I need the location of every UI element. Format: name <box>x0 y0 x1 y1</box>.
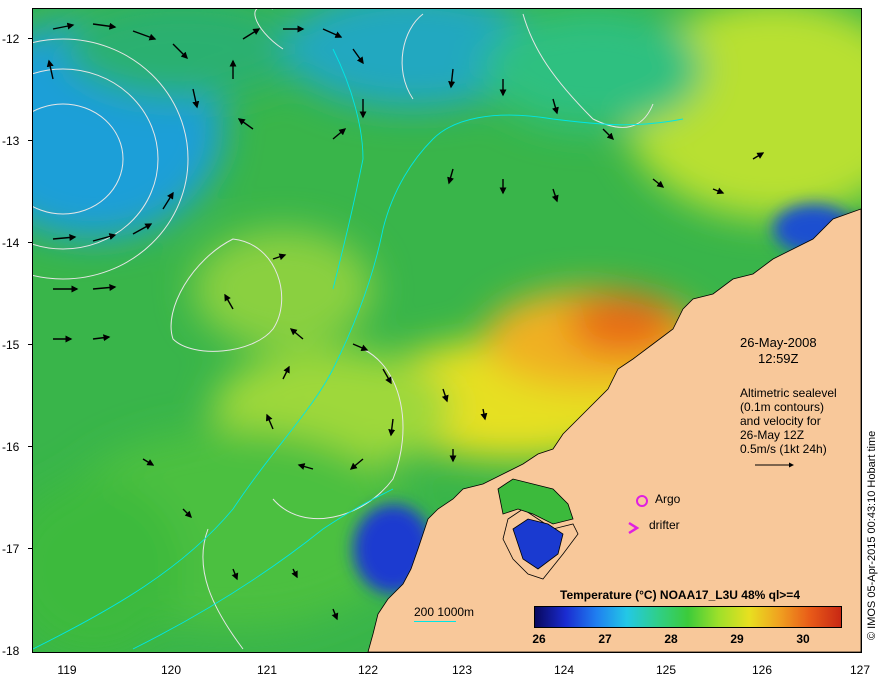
temperature-colorbar <box>534 606 842 628</box>
credit-text: © IMOS 05-Apr-2015 00:43:10 Hobart time <box>866 430 878 640</box>
altimetry-note-line: Altimetric sealevel <box>740 386 837 400</box>
x-tick-label: 120 <box>160 663 182 677</box>
x-tick-label: 125 <box>655 663 677 677</box>
altimetry-note-line: 0.5m/s (1kt 24h) <box>740 442 827 456</box>
y-tick-label: -17 <box>2 542 20 556</box>
colorbar-title: Temperature (°C) NOAA17_L3U 48% ql>=4 <box>560 588 800 602</box>
colorbar-tick-label: 27 <box>598 632 612 646</box>
colorbar-tick-label: 26 <box>532 632 546 646</box>
y-tick-label: -18 <box>2 644 20 658</box>
argo-legend-label: Argo <box>655 492 681 506</box>
x-tick-label: 123 <box>451 663 473 677</box>
y-tick-label: -12 <box>2 32 20 46</box>
x-tick-label: 126 <box>751 663 773 677</box>
altimetry-note-line: 26-May 12Z <box>740 428 805 442</box>
altimetry-note-line: and velocity for <box>740 414 821 428</box>
y-tick-label: -16 <box>2 440 20 454</box>
isobath-depth-label: 200 1000m <box>414 605 475 619</box>
altimetry-note-line: (0.1m contours) <box>740 400 825 414</box>
sst-map <box>33 9 861 652</box>
x-tick-label: 121 <box>256 663 278 677</box>
drifter-legend-label: drifter <box>649 518 680 532</box>
colorbar-tick-label: 29 <box>730 632 744 646</box>
x-tick-label: 124 <box>553 663 575 677</box>
colorbar-tick-label: 28 <box>664 632 678 646</box>
isobath-legend-line <box>414 621 456 622</box>
date-label: 26-May-2008 <box>740 335 817 350</box>
x-tick-label: 127 <box>849 663 871 677</box>
x-tick-label: 122 <box>357 663 379 677</box>
x-tick-label: 119 <box>57 663 77 677</box>
y-tick-label: -14 <box>2 236 20 250</box>
colorbar-tick-label: 30 <box>796 632 810 646</box>
y-tick-label: -13 <box>2 134 20 148</box>
y-tick-label: -15 <box>2 338 20 352</box>
map-panel <box>32 8 862 653</box>
time-label: 12:59Z <box>758 351 799 366</box>
